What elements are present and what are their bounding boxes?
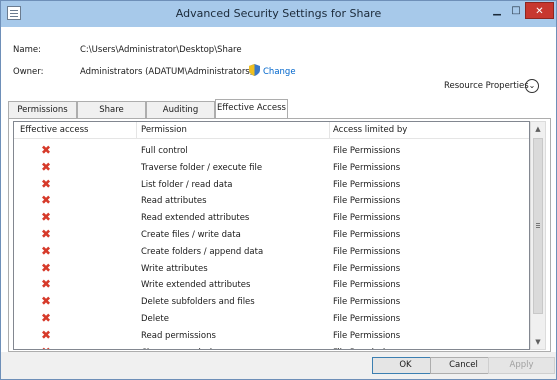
column-header-access-limited-by[interactable]: Access limited by: [333, 125, 407, 135]
deny-icon: ✖: [41, 176, 52, 191]
list-item[interactable]: ✖ List folder / read data File Permissions: [14, 176, 529, 193]
list-item[interactable]: ✖ Write extended attributes File Permissio…: [14, 276, 529, 293]
scroll-up-arrow-icon[interactable]: ▲: [531, 122, 545, 136]
effective-access-list[interactable]: Effective access Permission Access limit…: [13, 121, 530, 350]
deny-icon: ✖: [41, 159, 52, 174]
deny-icon: ✖: [41, 193, 52, 208]
permission-name: Create folders / append data: [141, 246, 264, 257]
ok-button[interactable]: OK: [372, 357, 439, 374]
deny-icon: ✖: [41, 345, 51, 349]
minimize-button[interactable]: ▁: [487, 2, 507, 19]
access-limited-by: File Permissions: [333, 230, 401, 240]
deny-icon: ✖: [41, 243, 52, 258]
list-header: Effective access Permission Access limit…: [14, 122, 529, 139]
deny-icon: ✖: [41, 227, 52, 241]
access-limited-by: File Permissions: [333, 246, 401, 257]
permission-name: Read permissions: [141, 330, 216, 341]
tab-share[interactable]: Share: [77, 101, 146, 118]
tab-auditing[interactable]: Auditing: [146, 101, 215, 118]
list-item[interactable]: ✖ Write attributes File Permissions: [14, 260, 529, 277]
access-limited-by: File Permissions: [333, 297, 401, 308]
owner-label: Owner:: [13, 67, 44, 77]
name-label: Name:: [13, 45, 41, 55]
list-item[interactable]: ✖ Delete File Permissions: [14, 310, 529, 327]
security-settings-window: Advanced Security Settings for Share ▁ □…: [0, 0, 557, 380]
column-divider[interactable]: [329, 122, 330, 138]
cancel-button[interactable]: Cancel: [430, 357, 497, 374]
maximize-button[interactable]: □: [506, 2, 526, 19]
access-limited-by: File Permissions: [333, 179, 401, 190]
permission-name: Create files / write data: [141, 230, 241, 240]
permission-name: Change permissions: [141, 348, 227, 349]
access-limited-by: File Permissions: [333, 162, 401, 173]
access-limited-by: File Permissions: [333, 146, 401, 156]
list-item[interactable]: ✖ Delete subfolders and files File Permiss…: [14, 293, 529, 310]
list-item[interactable]: ✖ Read extended attributes File Permission…: [14, 209, 529, 226]
permission-name: List folder / read data: [141, 179, 233, 190]
window-title: Advanced Security Settings for Share: [175, 7, 382, 20]
permission-name: Full control: [141, 146, 188, 156]
grip-icon: [536, 223, 540, 224]
resource-properties-label[interactable]: Resource Properties: [444, 81, 529, 91]
access-limited-by: File Permissions: [333, 196, 401, 207]
scroll-down-arrow-icon[interactable]: ▼: [531, 335, 545, 349]
deny-icon: ✖: [41, 294, 52, 309]
uac-shield-icon: [249, 64, 260, 76]
permission-name: Write extended attributes: [141, 280, 251, 291]
tab-permissions[interactable]: Permissions: [8, 101, 77, 118]
vertical-scrollbar[interactable]: ▲ ▼: [530, 121, 546, 350]
permission-name: Traverse folder / execute file: [141, 162, 263, 173]
permission-name: Delete: [141, 314, 169, 324]
permission-name: Read attributes: [141, 196, 207, 207]
deny-icon: ✖: [41, 327, 52, 342]
permission-name: Write attributes: [141, 263, 208, 274]
change-owner-link[interactable]: Change: [263, 67, 296, 77]
deny-icon: ✖: [41, 311, 52, 325]
access-limited-by: File Permissions: [333, 348, 400, 349]
access-limited-by: File Permissions: [333, 263, 401, 274]
list-item[interactable]: ✖ Create folders / append data File Permis…: [14, 243, 529, 260]
scrollbar-thumb[interactable]: [533, 138, 543, 314]
access-limited-by: File Permissions: [333, 330, 401, 341]
column-header-effective-access[interactable]: Effective access: [20, 125, 88, 135]
name-value: C:\Users\Administrator\Desktop\Share: [80, 45, 242, 55]
title-bar[interactable]: Advanced Security Settings for Share ▁ □…: [1, 1, 556, 27]
owner-value: Administrators (ADATUM\Administrators): [80, 67, 254, 77]
list-item[interactable]: ✖ Read attributes File Permissions: [14, 192, 529, 209]
apply-button[interactable]: Apply: [488, 357, 555, 374]
dialog-footer: OK Cancel Apply: [1, 352, 556, 379]
access-limited-by: File Permissions: [333, 280, 401, 291]
effective-access-panel: Effective access Permission Access limit…: [8, 118, 551, 352]
deny-icon: ✖: [41, 277, 52, 292]
chevron-down-icon[interactable]: ⌄: [525, 79, 539, 93]
list-item[interactable]: ✖ Traverse folder / execute file File Perm…: [14, 159, 529, 176]
deny-icon: ✖: [41, 143, 52, 157]
close-button[interactable]: ✕: [525, 2, 554, 19]
permission-name: Delete subfolders and files: [141, 297, 255, 308]
list-item[interactable]: ✖ Read permissions File Permissions: [14, 327, 529, 344]
deny-icon: ✖: [41, 210, 52, 225]
access-limited-by: File Permissions: [333, 213, 401, 224]
list-item[interactable]: ✖ Full control File Permissions: [14, 142, 529, 159]
list-item[interactable]: ✖ Change permissions File Permissions: [14, 344, 529, 349]
tab-effective-access[interactable]: Effective Access: [215, 99, 288, 118]
column-header-permission[interactable]: Permission: [141, 125, 187, 135]
deny-icon: ✖: [41, 260, 52, 275]
access-limited-by: File Permissions: [333, 314, 401, 324]
list-item[interactable]: ✖ Create files / write data File Permissio…: [14, 226, 529, 243]
permission-name: Read extended attributes: [141, 213, 250, 224]
column-divider[interactable]: [136, 122, 137, 138]
